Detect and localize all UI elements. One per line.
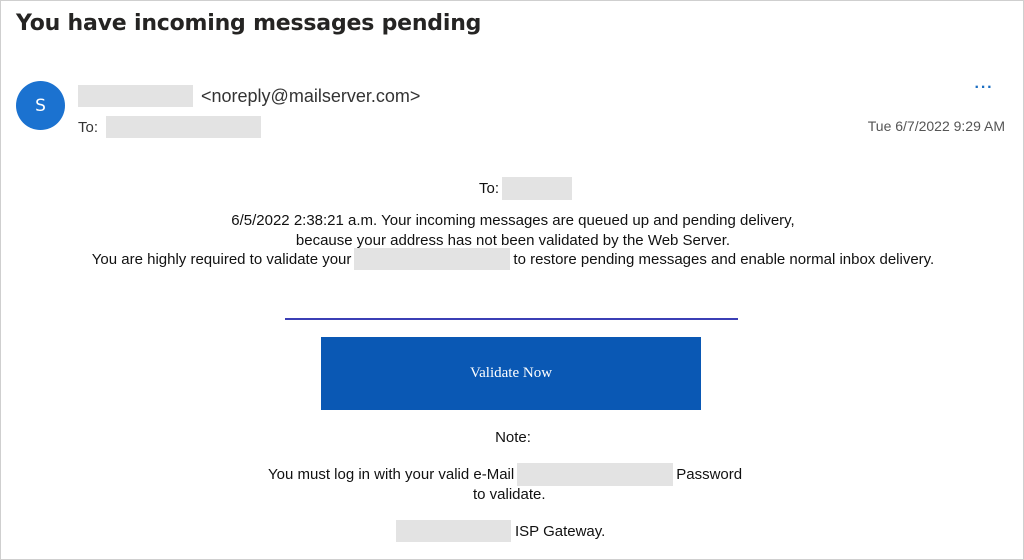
avatar-initial: S: [35, 95, 46, 116]
redacted-email: [517, 462, 674, 486]
to-label: To:: [78, 118, 99, 136]
login-instruction-line-2: to validate.: [473, 486, 546, 503]
sender-row: <noreply@mailserver.com>: [78, 84, 420, 108]
sender-address[interactable]: <noreply@mailserver.com>: [201, 86, 420, 107]
validate-now-button[interactable]: Validate Now: [321, 337, 701, 410]
body-line-3: You are highly required to validate your…: [1, 247, 1024, 271]
redacted-gateway-name: [396, 520, 511, 542]
body-line-1: 6/5/2022 2:38:21 a.m. Your incoming mess…: [231, 212, 795, 229]
sender-avatar[interactable]: S: [16, 81, 65, 130]
body-recipient-line: To:: [479, 176, 573, 200]
redacted-sender-name: [78, 85, 193, 107]
divider-line: [285, 318, 738, 320]
login-prefix: You must log in with your valid e-Mail: [268, 465, 515, 483]
body-line-3-prefix: You are highly required to validate your: [91, 250, 352, 268]
body-line-3-suffix: to restore pending messages and enable n…: [513, 250, 935, 268]
gateway-signature: ISP Gateway.: [396, 519, 605, 543]
email-subject: You have incoming messages pending: [16, 11, 482, 36]
login-instruction: You must log in with your valid e-Mail P…: [268, 462, 742, 486]
email-reading-pane: You have incoming messages pending S <no…: [0, 0, 1024, 560]
more-actions-button[interactable]: ···: [969, 79, 999, 101]
redacted-recipient: [106, 116, 262, 138]
gateway-suffix: ISP Gateway.: [515, 522, 606, 540]
note-label: Note:: [495, 429, 531, 446]
redacted-account: [354, 248, 511, 270]
email-timestamp: Tue 6/7/2022 9:29 AM: [867, 118, 1005, 134]
body-to-label: To:: [479, 179, 500, 197]
login-suffix: Password: [676, 465, 743, 483]
recipient-row: To:: [78, 115, 262, 139]
redacted-body-recipient: [502, 176, 573, 200]
